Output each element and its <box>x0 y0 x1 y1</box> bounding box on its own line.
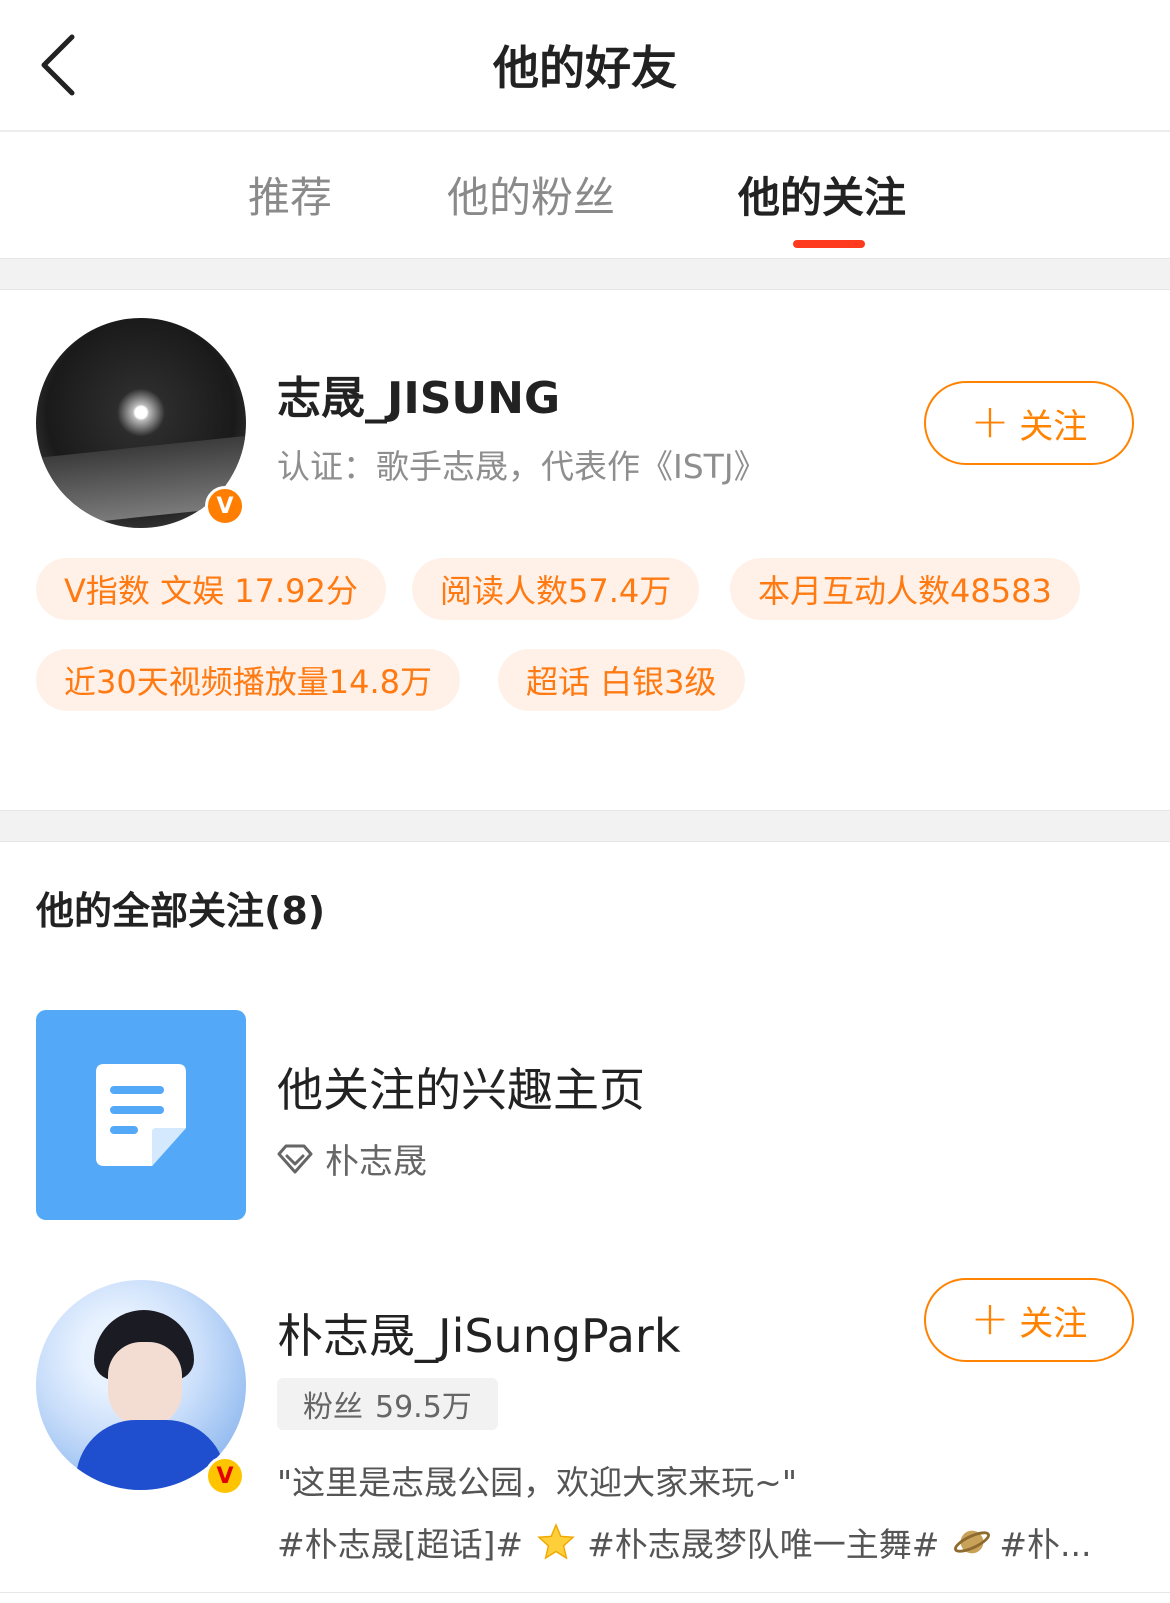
plus-icon: + <box>970 394 1010 448</box>
interest-page-subtitle: 朴志晟 <box>277 1134 427 1183</box>
avatar-image-detail <box>108 1342 182 1428</box>
follow-button[interactable]: + 关注 <box>924 381 1134 465</box>
tag-super-topic[interactable]: 超话 白银3级 <box>498 649 745 711</box>
document-icon <box>96 1064 186 1166</box>
avatar-image-detail <box>76 1420 226 1490</box>
tag-v-index[interactable]: V指数 文娱 17.92分 <box>36 558 386 620</box>
topic-link[interactable]: #朴志晟梦队唯一主舞# <box>587 1518 939 1566</box>
interest-page-title[interactable]: 他关注的兴趣主页 <box>277 1054 645 1120</box>
interest-page-subtitle-text: 朴志晟 <box>325 1142 427 1182</box>
tab-bar: 推荐 他的粉丝 他的关注 <box>0 134 1170 258</box>
profile-name[interactable]: 志晟_JISUNG <box>277 362 560 426</box>
verified-v-icon: V <box>205 486 245 526</box>
tab-recommend[interactable]: 推荐 <box>248 164 332 225</box>
star-emoji-icon <box>537 1523 575 1560</box>
follow-button[interactable]: + 关注 <box>924 1278 1134 1362</box>
section-divider <box>0 258 1170 290</box>
fans-count: 59.5万 <box>375 1390 472 1425</box>
topic-link[interactable]: #朴志晟[超话]# <box>277 1518 523 1566</box>
topic-link[interactable]: #朴... <box>999 1518 1091 1566</box>
diamond-icon <box>277 1144 313 1173</box>
nav-header: 他的好友 <box>0 0 1170 132</box>
user-name[interactable]: 朴志晟_JiSungPark <box>277 1300 680 1366</box>
tab-following[interactable]: 他的关注 <box>738 164 906 225</box>
tag-readers[interactable]: 阅读人数57.4万 <box>412 558 700 620</box>
tab-followers[interactable]: 他的粉丝 <box>447 164 615 225</box>
follow-button-label: 关注 <box>1019 1303 1088 1344</box>
fans-label: 粉丝 <box>303 1390 363 1425</box>
plus-icon: + <box>970 1291 1010 1345</box>
interest-page-thumbnail[interactable] <box>36 1010 246 1220</box>
verified-v-icon: V <box>205 1456 245 1496</box>
user-topics: #朴志晟[超话]# #朴志晟梦队唯一主舞# #朴... <box>277 1518 1117 1566</box>
planet-emoji-icon <box>954 1530 991 1554</box>
tag-video-plays[interactable]: 近30天视频播放量14.8万 <box>36 649 460 711</box>
user-bio: "这里是志晟公园，欢迎大家来玩~" <box>277 1463 798 1502</box>
row-divider <box>0 1592 1170 1593</box>
section-title: 他的全部关注(8) <box>36 889 326 933</box>
verification-text: 认证：歌手志晟，代表作《ISTJ》 <box>277 447 767 486</box>
page-title: 他的好友 <box>493 41 677 95</box>
follow-button-label: 关注 <box>1019 406 1088 447</box>
tag-interactions[interactable]: 本月互动人数48583 <box>730 558 1080 620</box>
section-divider <box>0 810 1170 842</box>
tab-active-indicator <box>793 240 865 248</box>
fans-count-badge: 粉丝 59.5万 <box>277 1378 498 1430</box>
